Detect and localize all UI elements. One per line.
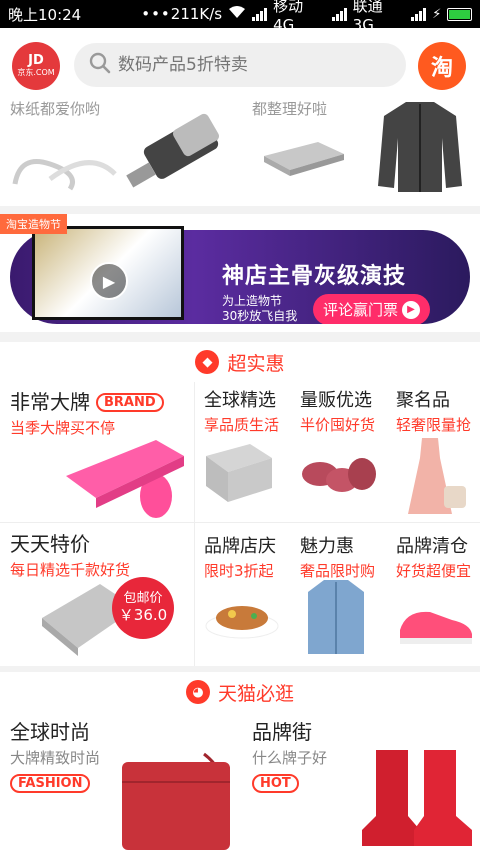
deal-cell-global[interactable]: 全球精选 享品质生活 [204,386,279,435]
deal-subtitle: 享品质生活 [204,416,280,434]
search-bar[interactable] [74,43,406,87]
top-product-row: 妹纸都爱你哟 都整理好啦 [0,98,480,206]
charging-icon: ⚡ [432,6,442,22]
tmall-cell-brand-street[interactable]: 品牌街 什么牌子好 HOT [252,716,327,793]
tag-icon: ◆ [195,350,220,374]
network-speed: 211K/s [170,5,223,23]
tmall-section-header: ◕ 天猫必逛 [0,672,480,712]
product-image-jacket[interactable] [376,98,464,198]
price-label: 包邮价 [123,591,163,606]
banner-tag: 淘宝造物节 [0,214,67,234]
deal-cell-anniversary[interactable]: 品牌店庆 限时3折起 [204,532,276,581]
deal-subtitle: 当季大牌买不停 [10,419,116,437]
deals-section-header: ◆ 超实惠 [0,342,480,382]
logo-main: JD [28,53,44,69]
taobao-button[interactable]: 淘 [418,42,466,90]
product-image-yoga-block[interactable] [204,440,274,508]
brand-badge: BRAND [96,393,164,412]
product-image-rain-boots[interactable] [360,746,476,853]
deal-title: 魅力惠 [300,536,354,557]
tmall-grid: 全球时尚 大牌精致时尚 FASHION 品牌街 什么牌子好 HOT [0,712,480,853]
deals-grid: 非常大牌 BRAND 当季大牌买不停 全球精选 享品质生活 量贩优选 半价囤好货 … [0,382,480,666]
tmall-cell-fashion[interactable]: 全球时尚 大牌精致时尚 FASHION [10,716,100,793]
signal-icon [411,7,427,21]
deal-subtitle: 限时3折起 [204,562,274,580]
status-time: 晚上10:24 [8,5,82,24]
banner-subtitle: 为上造物节 30秒放飞自我 [222,294,297,324]
product-image-handbag[interactable] [118,752,234,853]
banner-sub-line: 为上造物节 [222,294,283,308]
deal-cell-daily[interactable]: 天天特价 每日精选千款好货 [10,528,130,580]
play-icon[interactable]: ▶ [90,262,128,300]
signal-icon [252,7,268,21]
banner-button-label: 评论赢门票 [323,301,399,319]
banner-comment-button[interactable]: 评论赢门票 ▶ [313,294,431,324]
product-image-dress[interactable] [400,434,470,522]
status-dots: ••• [141,5,171,23]
deal-cell-luxury[interactable]: 聚名品 轻奢限量抢 [396,386,471,435]
deal-cell-clearance[interactable]: 品牌清仓 好货超便宜 [396,532,471,581]
banner-title: 神店主骨灰级演技 [222,264,407,289]
deal-cell-charm[interactable]: 魅力惠 奢品限时购 [300,532,375,581]
promo-banner-section: 淘宝造物节 神店主骨灰级演技 为上造物节 30秒放飞自我 评论赢门票 ▶ ▶ [0,214,480,332]
product-image-sneaker[interactable] [396,600,474,650]
search-icon [88,51,112,79]
deals-section-title: 超实惠 [227,352,285,375]
product-image-usb-drive[interactable] [126,110,226,202]
jd-logo[interactable]: JD 京东.COM [12,42,60,90]
product-caption: 都整理好啦 [252,100,328,118]
product-image-denim-jacket[interactable] [306,578,366,662]
product-image-yoga-mat[interactable] [60,436,190,524]
deal-title: 天天特价 [10,532,90,556]
deal-subtitle: 好货超便宜 [396,562,472,580]
wifi-icon [228,5,246,23]
hot-badge: HOT [252,774,299,793]
deal-title: 量贩优选 [300,390,372,411]
product-image-cable[interactable] [10,144,120,198]
battery-icon [447,7,472,21]
tmall-title: 全球时尚 [10,720,90,744]
deal-title: 全球精选 [204,390,276,411]
product-image-power-bank[interactable] [258,138,348,182]
fashion-badge: FASHION [10,774,91,793]
deal-title: 品牌清仓 [396,536,468,557]
signal-icon [331,7,347,21]
tmall-subtitle: 什么牌子好 [252,749,328,767]
deal-subtitle: 轻奢限量抢 [396,416,472,434]
status-bar: 晚上10:24 ••• 211K/s 移动 4G 联通 3G ⚡ [0,0,480,34]
deal-subtitle: 半价囤好货 [300,416,376,434]
tmall-title: 品牌街 [252,720,312,744]
deal-title: 品牌店庆 [204,536,276,557]
product-image-meat[interactable] [300,444,380,508]
taobao-label: 淘 [430,56,453,81]
price-badge: 包邮价 ￥36.0 [112,577,174,639]
tmall-subtitle: 大牌精致时尚 [10,749,101,767]
deal-subtitle: 每日精选千款好货 [10,561,131,579]
deal-cell-bulk[interactable]: 量贩优选 半价囤好货 [300,386,375,435]
tmall-section-title: 天猫必逛 [217,682,294,705]
logo-sub: 京东.COM [17,67,55,77]
product-caption: 妹纸都爱你哟 [10,100,101,118]
product-image-food[interactable] [204,592,280,646]
banner-sub-line: 30秒放飞自我 [222,309,298,323]
play-circle-icon: ▶ [402,300,421,319]
search-input[interactable] [118,55,398,75]
header: JD 京东.COM 淘 [0,28,480,98]
price-value: ￥36.0 [118,606,168,624]
deal-title: 聚名品 [396,390,450,411]
tmall-cat-icon: ◕ [185,680,210,704]
deal-cell-brand[interactable]: 非常大牌 BRAND 当季大牌买不停 [10,386,164,438]
deal-title: 非常大牌 [10,390,90,414]
